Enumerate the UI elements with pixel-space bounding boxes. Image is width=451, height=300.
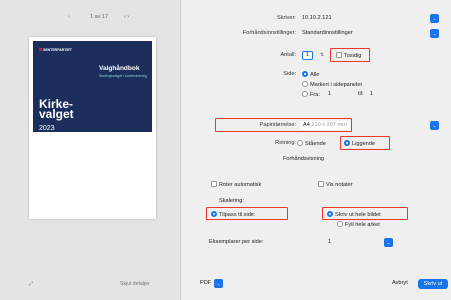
preview-pane: ‹ 1 av 17 ‹ › SENTERPARTIET Valghåndbok … (0, 0, 181, 300)
page-preview: SENTERPARTIET Valghåndbok Stortingsvalge… (29, 37, 156, 219)
copies-per-page-label: Eksemplarer per side: (209, 239, 264, 245)
preview-title: Kirke- valget (39, 97, 74, 121)
copies-per-page-select[interactable]: 1 (328, 239, 331, 245)
auto-rotate-checkbox[interactable] (211, 181, 217, 187)
printer-label: Skriver: (277, 15, 296, 21)
scaling-label: Skalering: (219, 198, 244, 204)
page-arrows-icon[interactable]: ‹ › (124, 14, 129, 20)
highlight-landscape (340, 136, 390, 150)
presets-label: Forhåndsinnstillinger: (242, 30, 296, 36)
highlight-fit (206, 207, 288, 220)
copies-stepper[interactable]: ⇅ (320, 52, 324, 58)
pages-from-label: Fra: (310, 92, 320, 98)
printer-row: Skriver: 10.10.2.121 ⌄ (182, 14, 451, 25)
settings-pane: Skriver: 10.10.2.121 ⌄ Forhåndsinnstilli… (182, 0, 451, 300)
prev-page-icon[interactable]: ‹ (68, 14, 70, 20)
copies-input[interactable]: 1 (302, 51, 314, 60)
zoom-icon[interactable]: ⤢ (29, 281, 33, 288)
print-button[interactable]: Skriv ut (418, 279, 448, 289)
pages-all-radio[interactable] (302, 71, 308, 77)
pages-selection-label: Markert i sidepanelet (310, 82, 362, 88)
fill-sheet-label: Fyll hele arket (345, 222, 380, 228)
highlight-paper (215, 118, 352, 132)
brand-logo-icon (39, 48, 42, 51)
copies-per-page-row: Eksemplarer per side: 1 ⌄ (182, 238, 451, 249)
pages-selection-radio[interactable] (302, 81, 308, 87)
pdf-chevron-icon[interactable]: ⌄ (214, 279, 223, 288)
presets-select[interactable]: Standardinnstillinger (302, 30, 353, 36)
page-counter: 1 av 17 (90, 14, 109, 20)
printer-select[interactable]: 10.10.2.121 (302, 15, 332, 21)
show-notes-checkbox[interactable] (318, 181, 324, 187)
pages-to-input[interactable]: 1 (370, 91, 373, 97)
pages-to-label: til: (358, 91, 364, 97)
pdf-label[interactable]: PDF (200, 280, 211, 286)
preview-cover: SENTERPARTIET Valghåndbok Stortingsvalge… (33, 41, 152, 132)
portrait-label: Stående (305, 141, 326, 147)
copies-row: Antall: 1 ⇅ Tosidig (182, 51, 451, 62)
fill-sheet-radio[interactable] (337, 221, 343, 227)
highlight-print-whole (322, 207, 408, 220)
printer-chevron-icon[interactable]: ⌄ (430, 14, 439, 23)
auto-rotate-label: Roter automatisk (219, 182, 262, 188)
dialog-footer: PDF ⌄ Avbryt Skriv ut (182, 279, 451, 290)
copies-per-page-chevron-icon[interactable]: ⌄ (384, 238, 393, 247)
pages-from-input[interactable]: 1 (328, 91, 331, 97)
preview-options-button[interactable]: Forhåndsvisning (283, 156, 324, 162)
portrait-radio[interactable] (297, 140, 303, 146)
pages-all-label: Alle (310, 72, 320, 78)
orientation-label: Retning: (275, 140, 296, 146)
orientation-row: Retning: Stående Liggende (182, 140, 451, 150)
hide-details-button[interactable]: Skjul detaljer (120, 281, 150, 287)
copies-label: Antall: (280, 52, 296, 58)
pages-range-radio[interactable] (302, 91, 308, 97)
pages-row: Side: Alle (182, 71, 451, 81)
paper-chevron-icon[interactable]: ⌄ (430, 121, 439, 130)
preview-brand: SENTERPARTIET (39, 48, 72, 52)
presets-row: Forhåndsinnstillinger: Standardinnstilli… (182, 29, 451, 40)
presets-chevron-icon[interactable]: ⌄ (430, 29, 439, 38)
pages-label: Side: (283, 71, 296, 77)
highlight-twosided (330, 48, 370, 62)
preview-handbook-title: Valghåndbok (99, 65, 140, 72)
cancel-button[interactable]: Avbryt (392, 280, 408, 286)
preview-year: 2023 (39, 125, 55, 132)
show-notes-label: Vis notater (326, 182, 353, 188)
preview-handbook-subtitle: Stortingsvalget / kommunevalg (99, 74, 147, 78)
print-dialog: ‹ 1 av 17 ‹ › SENTERPARTIET Valghåndbok … (0, 0, 451, 300)
